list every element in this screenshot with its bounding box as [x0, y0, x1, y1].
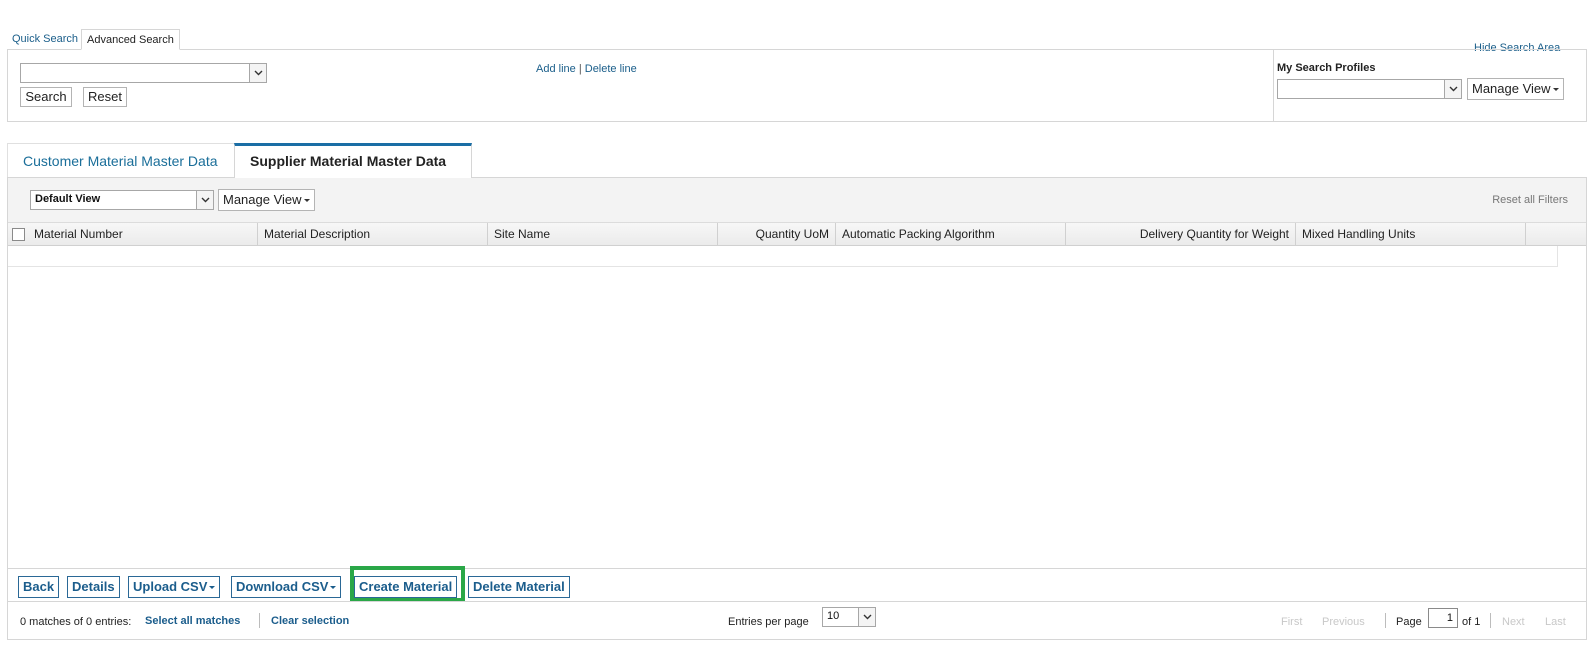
clear-selection-link[interactable]: Clear selection: [271, 615, 349, 627]
entries-per-page-select[interactable]: 10: [822, 607, 876, 627]
table-manage-view-button[interactable]: Manage View: [218, 189, 315, 211]
profiles-manage-view-button[interactable]: Manage View: [1467, 78, 1564, 100]
table-toolbar: Default View Manage View Reset all Filte…: [8, 178, 1586, 223]
create-material-highlight: [350, 566, 465, 602]
details-button[interactable]: Details: [67, 576, 120, 598]
upload-csv-button[interactable]: Upload CSV: [128, 576, 221, 598]
col-mixed-handling-units[interactable]: Mixed Handling Units: [1296, 223, 1526, 245]
back-button[interactable]: Back: [18, 576, 60, 598]
col-site-name[interactable]: Site Name: [488, 223, 718, 245]
search-field-select[interactable]: [20, 63, 267, 83]
tab-advanced-search[interactable]: Advanced Search: [81, 29, 180, 50]
tab-quick-search[interactable]: Quick Search: [7, 29, 83, 50]
action-bar: Back Details Upload CSV Download CSV Cre…: [8, 568, 1586, 601]
caret-down-icon: [209, 586, 216, 590]
matches-count: 0 matches of 0 entries:: [20, 616, 132, 628]
my-search-profiles-label: My Search Profiles: [1277, 62, 1376, 74]
select-all-checkbox[interactable]: [12, 228, 25, 241]
table-footer: 0 matches of 0 entries: Select all match…: [8, 601, 1586, 639]
caret-down-icon: [330, 586, 337, 590]
select-all-matches-link[interactable]: Select all matches: [145, 615, 240, 627]
caret-down-icon: [1552, 88, 1559, 92]
col-material-number[interactable]: Material Number: [28, 223, 258, 245]
tab-customer-material-master-data[interactable]: Customer Material Master Data: [7, 143, 235, 178]
chevron-down-icon[interactable]: [196, 191, 213, 209]
chevron-down-icon[interactable]: [858, 608, 875, 626]
material-table-panel: Default View Manage View Reset all Filte…: [7, 177, 1587, 640]
line-separator: |: [578, 63, 582, 75]
delete-material-button[interactable]: Delete Material: [468, 576, 570, 598]
entries-per-page-label: Entries per page: [728, 616, 809, 628]
col-automatic-packing-algorithm[interactable]: Automatic Packing Algorithm: [836, 223, 1066, 245]
table-row: [8, 246, 1558, 267]
search-divider: [1273, 50, 1274, 121]
chevron-down-icon[interactable]: [249, 64, 266, 82]
page-total: of 1: [1462, 616, 1481, 628]
next-page-link[interactable]: Next: [1502, 616, 1525, 628]
table-header-row: Material Number Material Description Sit…: [8, 223, 1586, 246]
delete-line-link[interactable]: Delete line: [585, 63, 637, 75]
page-number-input[interactable]: 1: [1428, 608, 1458, 628]
chevron-down-icon[interactable]: [1444, 80, 1461, 98]
col-quantity-uom[interactable]: Quantity UoM: [718, 223, 836, 245]
add-line-link[interactable]: Add line: [536, 63, 576, 75]
previous-page-link[interactable]: Previous: [1322, 616, 1365, 628]
last-page-link[interactable]: Last: [1545, 616, 1566, 628]
page-label: Page: [1396, 616, 1422, 628]
tab-supplier-material-master-data[interactable]: Supplier Material Master Data: [234, 143, 472, 178]
col-delivery-quantity-for-weight[interactable]: Delivery Quantity for Weight: [1066, 223, 1296, 245]
pager-divider: [1385, 613, 1386, 628]
caret-down-icon: [303, 199, 310, 203]
footer-divider: [259, 613, 260, 628]
pager-divider: [1490, 613, 1491, 628]
search-profile-select[interactable]: [1277, 79, 1462, 99]
line-links: Add line | Delete line: [536, 63, 637, 75]
search-button[interactable]: Search: [20, 87, 72, 107]
view-select[interactable]: Default View: [30, 190, 214, 210]
first-page-link[interactable]: First: [1281, 616, 1302, 628]
reset-all-filters-link[interactable]: Reset all Filters: [1492, 194, 1568, 206]
col-material-description[interactable]: Material Description: [258, 223, 488, 245]
download-csv-button[interactable]: Download CSV: [231, 576, 342, 598]
reset-button[interactable]: Reset: [83, 87, 127, 107]
